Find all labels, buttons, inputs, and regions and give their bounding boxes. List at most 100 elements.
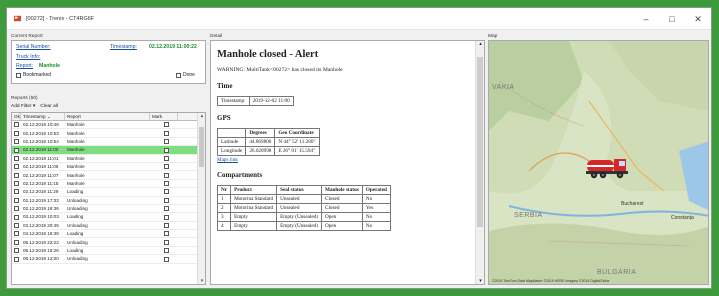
- table-row[interactable]: 02.12.2019 11:15 Manhole: [12, 180, 205, 189]
- table-row[interactable]: 03.12.2019 20:45 Unloading: [12, 222, 205, 231]
- timestamp-link[interactable]: Timestamp:: [110, 44, 137, 50]
- scroll-down-icon[interactable]: ▾: [476, 278, 484, 284]
- row-mark-checkbox[interactable]: [150, 147, 178, 153]
- row-mark-checkbox[interactable]: [150, 223, 178, 229]
- row-mark-checkbox[interactable]: [150, 130, 178, 136]
- row-timestamp: 02.12.2019 10:54: [23, 138, 59, 144]
- compartment-row: 1 Motorina Standard Unsealed Closed No: [216, 194, 391, 204]
- row-mark-checkbox[interactable]: [150, 231, 178, 237]
- serial-number-link[interactable]: Serial Number:: [16, 44, 51, 50]
- detail-title: Detail: [210, 34, 223, 39]
- table-row[interactable]: 02.12.2019 11:01 Manhole: [12, 155, 205, 163]
- table-row[interactable]: 02.12.2019 10:46 Manhole: [12, 121, 205, 130]
- scroll-thumb[interactable]: [199, 127, 204, 167]
- col-mark-header[interactable]: Mark: [150, 113, 178, 120]
- detail-document: Manhole closed - Alert WARNING: MultiTan…: [210, 40, 485, 285]
- gps-label: Latitude: [216, 137, 247, 147]
- row-ok-checkbox[interactable]: [12, 223, 21, 229]
- compartment-nr: 1: [216, 194, 232, 204]
- col-ok-header[interactable]: Ok: [12, 113, 21, 120]
- row-mark-checkbox[interactable]: [150, 214, 178, 220]
- gps-geo-header: Geo Coordinate: [274, 128, 320, 138]
- row-ok-checkbox[interactable]: [12, 139, 21, 145]
- row-mark-checkbox[interactable]: [150, 122, 178, 128]
- table-row[interactable]: 05.12.2019 22:22 Unloading: [12, 238, 205, 247]
- row-ok-checkbox[interactable]: [12, 181, 21, 187]
- table-row[interactable]: 04.12.2019 16:38 Loading: [12, 230, 205, 239]
- col-timestamp-header[interactable]: Timestamp ⌄: [21, 113, 65, 120]
- table-row[interactable]: 06.12.2019 12:00 Unloading: [12, 255, 205, 264]
- row-ok-checkbox[interactable]: [12, 172, 21, 178]
- row-ok-checkbox[interactable]: [12, 248, 21, 254]
- row-ok-checkbox[interactable]: [12, 197, 21, 203]
- col-report-header[interactable]: Report: [65, 113, 150, 120]
- row-ok-checkbox[interactable]: [12, 256, 21, 262]
- row-ok-checkbox[interactable]: [12, 130, 21, 136]
- row-mark-checkbox[interactable]: [150, 256, 178, 262]
- bookmarked-box[interactable]: [16, 72, 21, 78]
- maps-link[interactable]: Maps link: [217, 157, 472, 163]
- detail-scroll-thumb[interactable]: [477, 57, 483, 227]
- compartment-row: 2 Motorina Standard Unsealed Closed Yes: [216, 203, 391, 213]
- row-report: Manhole: [67, 155, 85, 161]
- scroll-up-icon[interactable]: ▴: [476, 41, 484, 47]
- row-mark-checkbox[interactable]: [150, 155, 178, 161]
- scroll-down-icon[interactable]: ▾: [198, 278, 205, 284]
- row-mark-checkbox[interactable]: [150, 139, 178, 145]
- row-ok-checkbox[interactable]: [12, 147, 21, 153]
- row-mark-checkbox[interactable]: [150, 239, 178, 245]
- row-ok-checkbox[interactable]: [12, 155, 21, 161]
- clear-all-button[interactable]: Clear all: [40, 104, 58, 109]
- table-row[interactable]: 02.12.2019 17:33 Unloading: [12, 197, 205, 205]
- row-ok-checkbox[interactable]: [12, 231, 21, 237]
- row-ok-checkbox[interactable]: [12, 206, 21, 212]
- scroll-up-icon[interactable]: ▴: [198, 113, 205, 119]
- table-row[interactable]: 02.12.2019 18:36 Unloading: [12, 205, 205, 214]
- table-row[interactable]: 05.12.2019 16:26 Loading: [12, 247, 205, 256]
- current-report-box: Serial Number: Timestamp: 02.12.2019 11:…: [11, 40, 206, 84]
- done-checkbox[interactable]: Done: [176, 72, 195, 78]
- row-ok-checkbox[interactable]: [12, 189, 21, 195]
- compartment-seal: Unsealed: [276, 194, 322, 204]
- map-view[interactable]: VAKIA SERBIA BULGARIA Bucharest Constanț…: [488, 40, 709, 285]
- grid-scrollbar[interactable]: ▴ ▾: [197, 113, 205, 284]
- row-timestamp: 03.12.2019 20:45: [23, 222, 59, 228]
- row-mark-checkbox[interactable]: [150, 181, 178, 187]
- table-row[interactable]: 02.12.2019 11:06 Manhole: [12, 163, 205, 172]
- time-value: 2019-12-02 11:00: [248, 96, 294, 106]
- table-row[interactable]: 02.12.2019 10:54 Manhole: [12, 138, 205, 147]
- report-link[interactable]: Report:: [16, 63, 33, 69]
- table-row[interactable]: 02.12.2019 11:29 Loading: [12, 188, 205, 197]
- truck-info-link[interactable]: Truck Info:: [16, 54, 40, 60]
- row-ok-checkbox[interactable]: [12, 239, 21, 245]
- current-report-title: Current Report: [11, 34, 43, 39]
- row-ok-checkbox[interactable]: [12, 214, 21, 220]
- bookmarked-checkbox[interactable]: Bookmarked: [16, 72, 51, 78]
- table-row[interactable]: 02.12.2019 10:53 Manhole: [12, 129, 205, 138]
- done-box[interactable]: [176, 72, 181, 78]
- reports-grid: Ok Timestamp ⌄ Report Mark 02.12.2019 10…: [11, 112, 206, 285]
- table-row[interactable]: 02.12.2019 11:07 Manhole: [12, 171, 205, 180]
- row-ok-checkbox[interactable]: [12, 122, 21, 128]
- table-row[interactable]: 03.12.2019 10:03 Loading: [12, 213, 205, 222]
- comp-nr-header: Nr: [216, 185, 232, 195]
- row-mark-checkbox[interactable]: [150, 164, 178, 170]
- detail-scrollbar[interactable]: ▴ ▾: [475, 41, 484, 284]
- compartment-row: 3 Empty Empty (Unsealed) Open No: [216, 212, 391, 222]
- row-mark-checkbox[interactable]: [150, 248, 178, 254]
- table-row[interactable]: 02.12.2019 11:00 Manhole: [12, 146, 205, 155]
- gps-label: Longitude: [216, 146, 247, 156]
- minimize-button[interactable]: –: [633, 8, 659, 30]
- row-ok-checkbox[interactable]: [12, 164, 21, 170]
- maximize-button[interactable]: □: [659, 8, 685, 30]
- close-button[interactable]: ✕: [685, 8, 711, 30]
- row-report: Unloading: [67, 239, 88, 245]
- row-mark-checkbox[interactable]: [150, 197, 178, 203]
- time-heading: Time: [217, 82, 233, 90]
- truck-icon[interactable]: [586, 155, 630, 181]
- row-mark-checkbox[interactable]: [150, 189, 178, 195]
- add-filter-button[interactable]: Add Filter ▾: [11, 104, 35, 109]
- row-mark-checkbox[interactable]: [150, 172, 178, 178]
- row-mark-checkbox[interactable]: [150, 206, 178, 212]
- row-timestamp: 02.12.2019 11:15: [23, 180, 59, 186]
